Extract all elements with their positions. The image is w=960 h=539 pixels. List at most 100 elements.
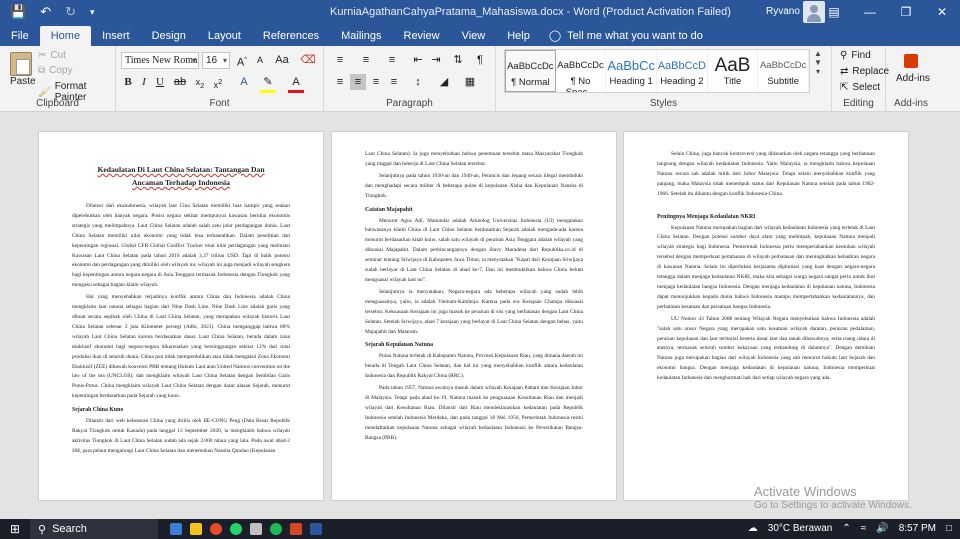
- close-icon[interactable]: ✕: [924, 0, 960, 24]
- text-effects-button[interactable]: A: [236, 74, 252, 90]
- subscript-button[interactable]: x2: [192, 74, 208, 94]
- chrome-icon[interactable]: [210, 523, 222, 535]
- tab-insert[interactable]: Insert: [91, 26, 141, 46]
- style-title[interactable]: AaB Title: [708, 50, 759, 92]
- grow-font-button[interactable]: A^: [234, 52, 250, 71]
- section-heading: Pentingnya Menjaga Kedaulatan NKRI: [657, 213, 756, 220]
- font-name-select[interactable]: Times New Roma ▾: [121, 52, 199, 69]
- cut-button[interactable]: ✂ Cut: [38, 50, 66, 61]
- paste-icon[interactable]: [10, 52, 32, 76]
- find-button[interactable]: ⚲ Find: [840, 50, 871, 61]
- tab-view[interactable]: View: [451, 26, 497, 46]
- multilevel-list-icon[interactable]: ≡: [384, 52, 400, 68]
- justify-icon[interactable]: ≡: [386, 74, 402, 90]
- clear-formatting-icon[interactable]: ⌫: [300, 52, 316, 68]
- paste-button[interactable]: Paste: [10, 76, 36, 87]
- shading-icon[interactable]: ◢: [436, 74, 452, 90]
- volume-icon[interactable]: 🔊: [876, 519, 888, 539]
- superscript-button[interactable]: x2: [210, 74, 226, 93]
- underline-button[interactable]: U: [152, 74, 168, 90]
- change-case-button[interactable]: Aa: [274, 52, 290, 68]
- copy-icon: ⧉: [38, 65, 46, 76]
- borders-icon[interactable]: ▦: [462, 74, 478, 90]
- customize-icon[interactable]: ▾: [90, 0, 95, 24]
- font-size-select[interactable]: 16 ▾: [202, 52, 230, 69]
- shrink-font-button[interactable]: A: [252, 52, 268, 68]
- word-icon[interactable]: [310, 523, 322, 535]
- tab-layout[interactable]: Layout: [197, 26, 252, 46]
- paragraph: Dilansir dari ekaindonesia, wilayah laut…: [72, 203, 290, 289]
- align-left-icon[interactable]: ≡: [332, 74, 348, 90]
- highlight-button[interactable]: ✎: [260, 74, 276, 93]
- font-color-button[interactable]: A: [288, 74, 304, 93]
- whatsapp-icon[interactable]: [230, 523, 242, 535]
- paragraph: Hal yang menyebabkan terjadinya konflik …: [72, 294, 290, 400]
- style-no-spacing[interactable]: AaBbCcDc ¶ No Spac...: [556, 50, 607, 92]
- maximize-icon[interactable]: ❐: [888, 0, 924, 24]
- redo-icon[interactable]: ↻: [65, 0, 76, 24]
- notification-icon[interactable]: □: [946, 519, 952, 539]
- select-label: Select: [852, 82, 881, 93]
- windows-start-icon[interactable]: ⊞: [0, 522, 30, 536]
- section-heading: Catatan Majapahit: [365, 206, 413, 213]
- page-3-content[interactable]: Selain China, juga banyak kontroversi ya…: [657, 150, 875, 386]
- page-2[interactable]: Laut China Selatan). Ia juga menyebutkan…: [331, 131, 617, 501]
- align-right-icon[interactable]: ≡: [368, 74, 384, 90]
- tab-mailings[interactable]: Mailings: [330, 26, 392, 46]
- increase-indent-icon[interactable]: ⇥: [428, 52, 444, 68]
- save-icon[interactable]: 💾: [10, 0, 26, 24]
- italic-button[interactable]: I: [136, 74, 152, 90]
- style-normal[interactable]: AaBbCcDc ¶ Normal: [505, 50, 556, 92]
- activate-windows-watermark: Activate Windows Go to Settings to activ…: [754, 484, 912, 512]
- style-heading-2[interactable]: AaBbCcD Heading 2: [657, 50, 708, 92]
- tab-home[interactable]: Home: [39, 26, 92, 46]
- styles-scroll[interactable]: ▲ ▼ ▾: [812, 49, 824, 93]
- style-heading-1[interactable]: AaBbCc Heading 1: [606, 50, 658, 92]
- numbering-icon[interactable]: ≡: [358, 52, 374, 68]
- addins-icon[interactable]: [904, 54, 918, 68]
- strikethrough-button[interactable]: ab: [172, 74, 188, 90]
- taskbar-search[interactable]: ⚲ Search: [30, 519, 158, 539]
- tab-review[interactable]: Review: [393, 26, 451, 46]
- replace-button[interactable]: ⇄ Replace: [840, 66, 889, 77]
- paragraph: Pulau Natuna terletak di Kabupaten Natun…: [365, 353, 583, 380]
- style-name: Heading 1: [609, 76, 653, 87]
- pilcrow-icon[interactable]: ¶: [472, 52, 488, 68]
- file-explorer-icon[interactable]: [190, 523, 202, 535]
- app-icon[interactable]: [250, 523, 262, 535]
- tab-design[interactable]: Design: [141, 26, 197, 46]
- tab-file[interactable]: File: [0, 26, 40, 46]
- page-1-content[interactable]: Kedaulatan Di Laut China Selatan: Tantan…: [72, 163, 290, 459]
- align-center-icon[interactable]: ≡: [350, 74, 366, 90]
- line-spacing-icon[interactable]: ↕: [410, 74, 426, 90]
- clock[interactable]: 8:57 PM: [899, 519, 936, 539]
- tab-help[interactable]: Help: [496, 26, 541, 46]
- task-view-icon[interactable]: [170, 523, 182, 535]
- style-subtitle[interactable]: AaBbCcDc Subtitle: [758, 50, 810, 92]
- select-button[interactable]: ⇱ Select: [840, 82, 880, 93]
- tab-references[interactable]: References: [252, 26, 330, 46]
- wifi-icon[interactable]: ≈: [861, 519, 867, 539]
- bold-button[interactable]: B: [120, 74, 136, 90]
- page-2-content[interactable]: Laut China Selatan). Ia juga menyebutkan…: [365, 150, 583, 446]
- addins-button[interactable]: Add-ins: [896, 73, 930, 84]
- user-name[interactable]: Ryvano: [766, 0, 800, 24]
- copy-button[interactable]: ⧉ Copy: [38, 65, 73, 76]
- minimize-icon[interactable]: —: [852, 0, 888, 24]
- bullets-icon[interactable]: ≡: [332, 52, 348, 68]
- tell-me-box[interactable]: ◯ Tell me what you want to do: [541, 26, 703, 46]
- document-area[interactable]: Kedaulatan Di Laut China Selatan: Tantan…: [0, 113, 960, 519]
- decrease-indent-icon[interactable]: ⇤: [410, 52, 426, 68]
- sort-icon[interactable]: ⇅: [450, 52, 466, 68]
- weather-text[interactable]: 30°C Berawan: [768, 519, 833, 539]
- cut-label: Cut: [50, 50, 66, 61]
- ribbon-display-icon[interactable]: ▤: [816, 0, 852, 24]
- page-3[interactable]: Selain China, juga banyak kontroversi ya…: [623, 131, 909, 501]
- page-1[interactable]: Kedaulatan Di Laut China Selatan: Tantan…: [38, 131, 324, 501]
- styles-gallery: AaBbCcDc ¶ Normal AaBbCcDc ¶ No Spac... Aa…: [504, 49, 810, 93]
- weather-icon[interactable]: ☁: [748, 519, 758, 539]
- powerpoint-icon[interactable]: [290, 523, 302, 535]
- chevron-up-icon[interactable]: ⌃: [842, 519, 850, 539]
- undo-icon[interactable]: ↶: [40, 0, 51, 24]
- spotify-icon[interactable]: [270, 523, 282, 535]
